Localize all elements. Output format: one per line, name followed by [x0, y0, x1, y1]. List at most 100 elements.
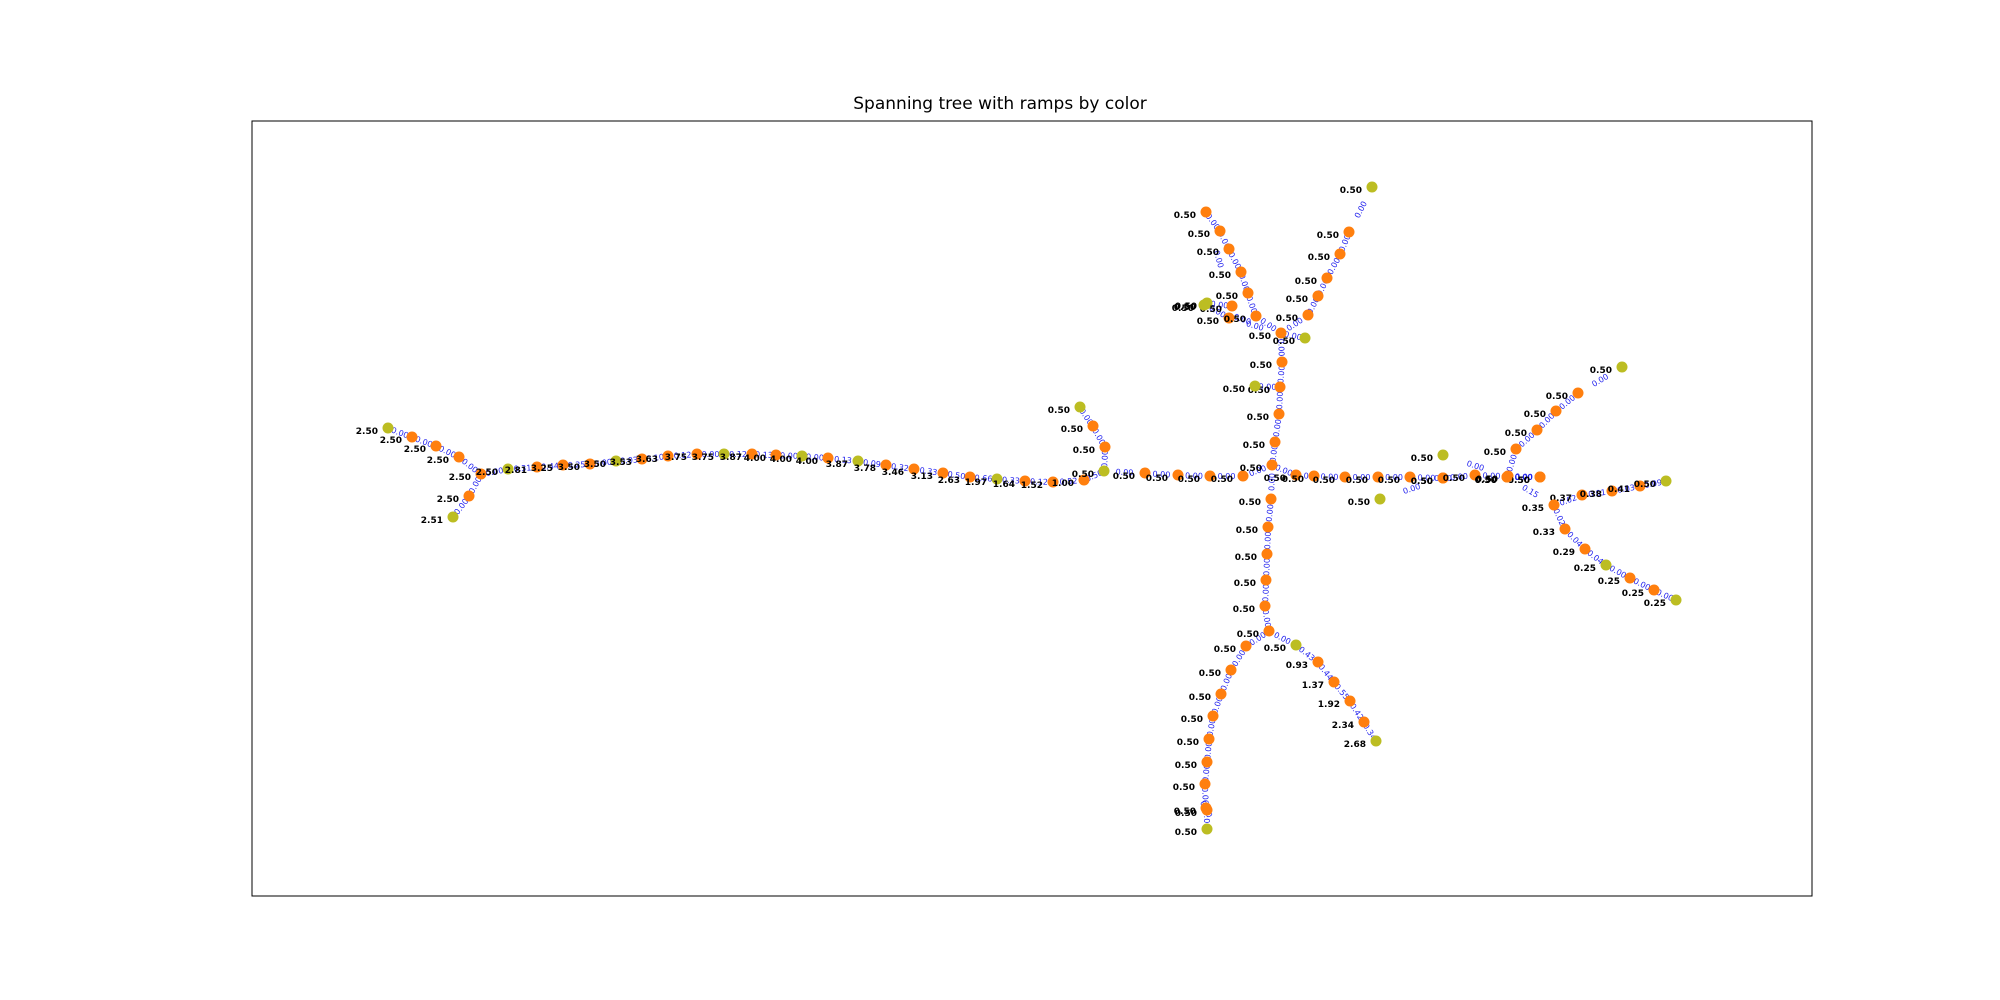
tree-node [1262, 521, 1274, 533]
node-value-label: 0.25 [1598, 577, 1620, 587]
tree-node [1290, 639, 1302, 651]
edge-label: 0.00 [1263, 531, 1273, 549]
node-value-label: 1.97 [965, 478, 987, 488]
node-value-label: 0.35 [1522, 504, 1544, 514]
node-value-label: 0.50 [1524, 410, 1546, 420]
tree-node [1344, 695, 1356, 707]
edge-label: 0.00 [1261, 584, 1271, 602]
node-value-label: 3.87 [720, 453, 742, 463]
tree-node [1276, 356, 1288, 368]
node-value-label: 0.50 [1340, 186, 1362, 196]
node-value-label: 0.50 [1216, 292, 1238, 302]
tree-node [1265, 493, 1277, 505]
tree-node [1207, 710, 1219, 722]
tree-node [1214, 225, 1226, 237]
node-value-label: 0.50 [1264, 644, 1286, 654]
tree-node [1600, 559, 1612, 571]
tree-node [1273, 408, 1285, 420]
node-value-label: 0.29 [1553, 548, 1575, 558]
node-value-label: 0.50 [1175, 761, 1197, 771]
node-value-label: 3.53 [610, 458, 632, 468]
tree-node [1199, 778, 1211, 790]
edge-label: 0.00 [1505, 453, 1519, 473]
tree-node [1235, 266, 1247, 278]
edge-label: 0.00 [1261, 609, 1273, 628]
node-value-label: 0.50 [1235, 553, 1257, 563]
node-value-label: 0.50 [1505, 429, 1527, 439]
tree-node [1548, 499, 1560, 511]
node-value-label: 0.50 [1348, 498, 1370, 508]
tree-node [406, 431, 418, 443]
tree-node [1670, 594, 1682, 606]
node-value-label: 0.50 [1237, 630, 1259, 640]
edge-label: 0.00 [1272, 419, 1283, 438]
tree-node [1275, 327, 1287, 339]
tree-node [463, 490, 475, 502]
tree-node [1099, 441, 1111, 453]
node-value-label: 0.50 [1199, 669, 1221, 679]
node-value-label: 0.50 [1247, 413, 1269, 423]
node-value-label: 0.50 [1276, 314, 1298, 324]
node-value-label: 1.52 [1021, 481, 1043, 491]
tree-node [1098, 465, 1110, 477]
tree-node [1302, 309, 1314, 321]
node-value-label: 3.13 [911, 472, 933, 482]
node-value-label: 0.50 [1411, 477, 1433, 487]
tree-node [447, 511, 459, 523]
node-value-label: 0.50 [1172, 304, 1194, 314]
tree-node [1249, 380, 1261, 392]
node-value-label: 0.50 [1240, 464, 1262, 474]
node-value-label: 0.50 [1236, 526, 1258, 536]
tree-node [1200, 206, 1212, 218]
node-value-label: 0.50 [1273, 337, 1295, 347]
node-value-label: 0.50 [1173, 783, 1195, 793]
tree-node [1201, 804, 1213, 816]
node-value-label: 0.50 [1048, 406, 1070, 416]
edge-label: 0.00 [1276, 365, 1286, 383]
node-value-label: 1.64 [993, 480, 1015, 490]
tree-node [1226, 300, 1238, 312]
node-value-label: 0.50 [1317, 231, 1339, 241]
node-value-label: 0.50 [1234, 579, 1256, 589]
node-value-label: 0.50 [1224, 315, 1246, 325]
node-value-label: 2.68 [1344, 740, 1366, 750]
tree-node [1321, 272, 1333, 284]
node-value-label: 0.50 [1233, 605, 1255, 615]
node-value-label: 0.50 [1411, 454, 1433, 464]
node-value-label: 0.50 [1177, 738, 1199, 748]
node-value-label: 3.50 [558, 463, 580, 473]
node-value-label: 0.50 [1282, 475, 1304, 485]
node-value-label: 0.50 [1175, 828, 1197, 838]
tree-node [1334, 248, 1346, 260]
node-value-label: 0.50 [1250, 361, 1272, 371]
node-value-label: 0.50 [1243, 441, 1265, 451]
node-value-label: 0.50 [1286, 295, 1308, 305]
tree-node [1374, 493, 1386, 505]
node-value-label: 0.50 [1249, 332, 1271, 342]
node-value-label: 0.50 [1211, 475, 1233, 485]
tree-node [1263, 625, 1275, 637]
tree-node [1370, 735, 1382, 747]
node-value-label: 0.50 [1178, 475, 1200, 485]
tree-node [1534, 471, 1546, 483]
tree-node [1198, 299, 1210, 311]
node-value-label: 0.50 [1634, 480, 1656, 490]
tree-node [1328, 676, 1340, 688]
node-value-label: 2.34 [1332, 721, 1354, 731]
node-value-label: 3.78 [854, 464, 876, 474]
node-value-label: 4.00 [744, 454, 766, 464]
node-value-label: 0.50 [1239, 498, 1261, 508]
node-value-label: 1.00 [1052, 479, 1074, 489]
node-value-label: 0.50 [1197, 248, 1219, 258]
tree-node [1242, 287, 1254, 299]
tree-node [1312, 290, 1324, 302]
node-value-label: 3.63 [636, 455, 658, 465]
node-value-label: 3.75 [692, 453, 714, 463]
node-value-label: 4.00 [796, 457, 818, 467]
tree-node [1074, 401, 1086, 413]
edge-label: 0.00 [1262, 558, 1272, 576]
tree-node [1261, 548, 1273, 560]
tree-node [1616, 361, 1628, 373]
node-value-label: 0.50 [1546, 392, 1568, 402]
node-value-label: 0.33 [1533, 528, 1555, 538]
